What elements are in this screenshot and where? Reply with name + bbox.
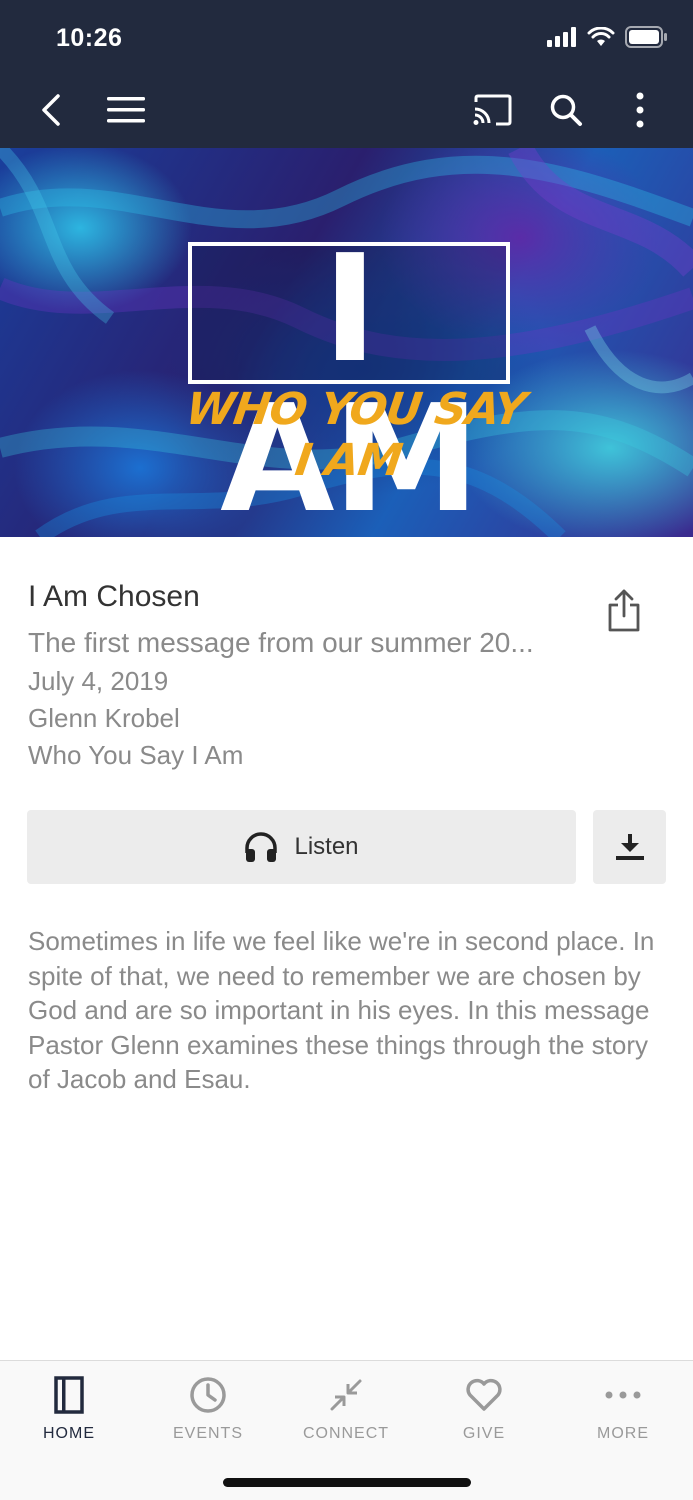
tab-home[interactable]: HOME bbox=[9, 1373, 129, 1453]
tab-connect[interactable]: CONNECT bbox=[286, 1373, 406, 1453]
sermon-series-artwork: I AM WHO YOU SAY I AM bbox=[0, 148, 693, 537]
cast-icon bbox=[473, 94, 512, 126]
search-icon bbox=[550, 94, 582, 126]
tab-give-label: GIVE bbox=[462, 1425, 506, 1442]
tab-events-label: EVENTS bbox=[172, 1425, 243, 1442]
cast-button[interactable] bbox=[467, 80, 517, 140]
clock-icon bbox=[190, 1377, 226, 1413]
menu-button[interactable] bbox=[101, 80, 151, 140]
home-indicator bbox=[223, 1478, 471, 1487]
battery-icon bbox=[625, 26, 667, 48]
series-logo-subtitle: WHO YOU SAY I AM bbox=[182, 384, 529, 486]
more-dots-icon bbox=[605, 1391, 641, 1399]
heart-icon bbox=[466, 1378, 502, 1411]
signal-icon bbox=[547, 27, 576, 47]
chevron-left-icon bbox=[42, 94, 60, 126]
tab-more[interactable]: MORE bbox=[563, 1373, 683, 1453]
connect-icon bbox=[330, 1379, 362, 1411]
listen-label: Listen bbox=[294, 833, 359, 860]
download-button[interactable] bbox=[593, 810, 666, 884]
nav-row bbox=[0, 80, 693, 142]
status-icons bbox=[547, 26, 667, 48]
search-button[interactable] bbox=[541, 80, 591, 140]
tab-give[interactable]: GIVE bbox=[424, 1373, 544, 1453]
status-time: 10:26 bbox=[56, 24, 123, 52]
hamburger-icon bbox=[107, 97, 145, 123]
more-vertical-icon bbox=[636, 92, 644, 128]
home-icon bbox=[54, 1376, 84, 1414]
tab-events[interactable]: EVENTS bbox=[148, 1373, 268, 1453]
share-button[interactable] bbox=[600, 586, 648, 634]
sermon-series: Who You Say I Am bbox=[28, 740, 244, 770]
tab-more-label: MORE bbox=[597, 1425, 649, 1442]
back-button[interactable] bbox=[26, 80, 76, 140]
sermon-title: I Am Chosen bbox=[28, 580, 200, 613]
share-icon bbox=[608, 589, 640, 632]
sermon-date: July 4, 2019 bbox=[28, 666, 169, 696]
download-icon bbox=[615, 834, 644, 860]
sermon-subtitle: The first message from our summer 20... bbox=[28, 627, 534, 658]
tab-connect-label: CONNECT bbox=[302, 1425, 390, 1442]
wifi-icon bbox=[587, 27, 615, 46]
listen-button[interactable]: Listen bbox=[27, 810, 576, 884]
overflow-menu-button[interactable] bbox=[615, 80, 665, 140]
sermon-speaker: Glenn Krobel bbox=[28, 703, 180, 733]
tab-home-label: HOME bbox=[43, 1425, 95, 1442]
top-bar: 10:26 bbox=[0, 0, 693, 148]
sermon-details: I Am Chosen The first message from our s… bbox=[28, 580, 588, 774]
headphones-icon bbox=[245, 832, 278, 862]
sermon-description: Sometimes in life we feel like we're in … bbox=[28, 926, 655, 1094]
